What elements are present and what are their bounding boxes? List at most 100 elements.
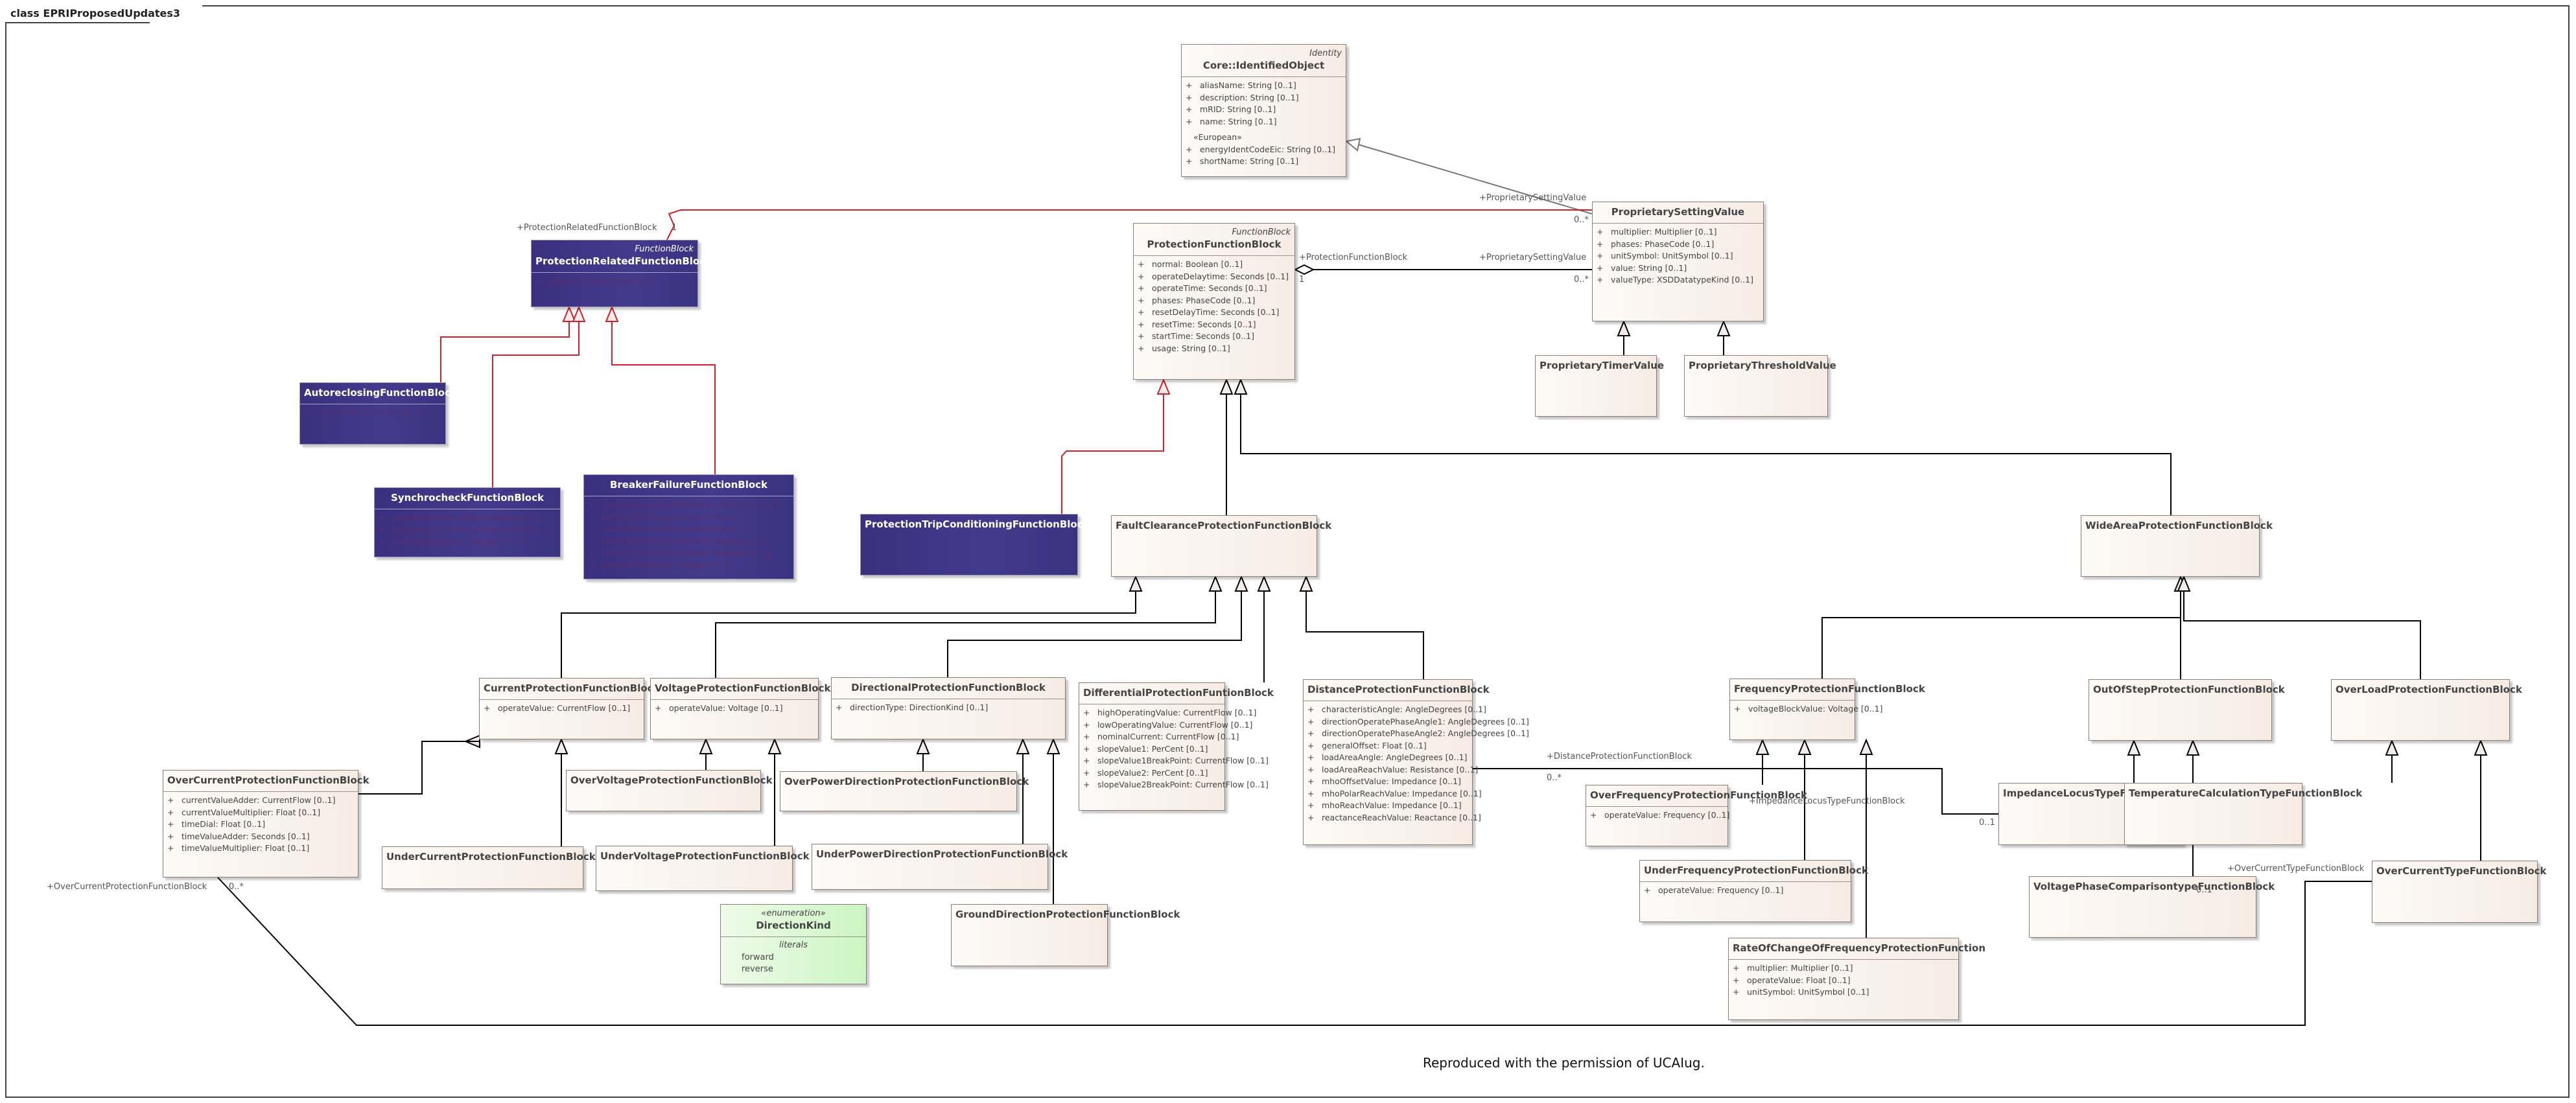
class-out-of-step-protection-function-block[interactable]: OutOfStepProtectionFunctionBlock bbox=[2089, 679, 2285, 741]
attribute-text: directionOperatePhaseAngle2: AngleDegree… bbox=[1322, 728, 1529, 738]
visibility-marker: + bbox=[1597, 227, 1604, 237]
class-name: ProtectionRelatedFunctionBlock bbox=[535, 255, 712, 267]
class-rate-of-change-of-frequency-protection-function[interactable]: RateOfChangeOfFrequencyProtectionFunctio… bbox=[1728, 938, 1985, 1020]
visibility-marker: + bbox=[379, 513, 386, 522]
class-header: DistanceProtectionFunctionBlock bbox=[1304, 680, 1490, 701]
attribute-text: timeDial: Float [0..1] bbox=[181, 819, 266, 829]
class-over-voltage-protection-function-block[interactable]: OverVoltageProtectionFunctionBlock bbox=[566, 770, 773, 811]
class-header: VoltagePhaseComparisontypeFunctionBlock bbox=[2030, 877, 2275, 898]
class-name: GroundDirectionProtectionFunctionBlock bbox=[955, 909, 1180, 920]
class-header: RateOfChangeOfFrequencyProtectionFunctio… bbox=[1729, 938, 1985, 960]
attribute-list: + multiplier: Multiplier [0..1] + phases: P… bbox=[1593, 224, 1763, 289]
class-under-power-direction-protection-function-block[interactable]: UnderPowerDirectionProtectionFunctionBlo… bbox=[812, 844, 1068, 890]
attribute: + timeValueMultiplier: Float [0..1] bbox=[167, 842, 354, 855]
attribute-text: slopeValue2: PerCent [0..1] bbox=[1097, 767, 1208, 778]
visibility-marker: + bbox=[1186, 80, 1193, 90]
class-current-protection-function-block[interactable]: CurrentProtectionFunctionBlock + operateVa… bbox=[479, 678, 660, 739]
attribute-text: slopeValue1: PerCent [0..1] bbox=[1097, 743, 1208, 754]
attribute-text: retripTimeDelayThreePole: Seconds [0..1] bbox=[602, 548, 771, 557]
visibility-marker: + bbox=[1733, 987, 1740, 997]
class-name: VoltagePhaseComparisontypeFunctionBlock bbox=[2033, 881, 2275, 892]
attribute-text: description: String [0..1] bbox=[1200, 92, 1299, 102]
visibility-marker: + bbox=[1186, 104, 1193, 114]
class-name: UnderVoltageProtectionFunctionBlock bbox=[600, 850, 810, 862]
class-temperature-calculation-type-function-block[interactable]: TemperatureCalculationTypeFunctionBlock bbox=[2124, 783, 2362, 845]
class-frequency-protection-function-block[interactable]: FrequencyProtectionFunctionBlock + voltage… bbox=[1729, 679, 1925, 740]
attribute: + resetTime: Seconds [0..1] bbox=[1138, 319, 1291, 331]
assoc-role-overcurrent-protection: +OverCurrentProtectionFunctionBlock bbox=[47, 882, 207, 892]
class-wide-area-protection-function-block[interactable]: WideAreaProtectionFunctionBlock bbox=[2081, 515, 2273, 577]
assoc-mult-proprietary-setting-top: 0..* bbox=[1574, 215, 1589, 225]
class-protection-related-function-block[interactable]: FunctionBlock ProtectionRelatedFunctionBl… bbox=[531, 240, 712, 307]
assoc-role-protection-function-block: +ProtectionFunctionBlock bbox=[1299, 253, 1408, 262]
visibility-marker: + bbox=[1597, 275, 1604, 284]
attribute: + operateValue: Frequency [0..1] bbox=[1590, 809, 1729, 822]
generalization-arrowhead-icon bbox=[1129, 575, 1143, 592]
assoc-role-impedance-locus: +ImpedanceLocusTypeFunctionBlock bbox=[1749, 796, 1905, 806]
visibility-marker: + bbox=[588, 548, 595, 557]
class-directional-protection-function-block[interactable]: DirectionalProtectionFunctionBlock + direc… bbox=[831, 677, 1066, 739]
class-name: UnderCurrentProtectionFunctionBlock bbox=[386, 851, 596, 863]
attribute: + value: String [0..1] bbox=[1597, 262, 1759, 275]
class-direction-kind[interactable]: «enumeration» DirectionKind literals forwar… bbox=[720, 904, 867, 984]
class-header: OverCurrentProtectionFunctionBlock bbox=[163, 771, 369, 792]
class-breaker-failure-function-block[interactable]: BreakerFailureFunctionBlock + additionalBa… bbox=[583, 474, 794, 579]
attribute-list: + operateValue: Voltage [0..1] bbox=[651, 700, 818, 717]
attribute: + phases: PhaseCode [0..1] bbox=[1138, 295, 1291, 307]
class-header: DifferentialProtectionFuntionBlock bbox=[1079, 683, 1274, 704]
generalization-arrowhead-icon bbox=[1046, 737, 1060, 754]
attribute-list: + additionalBackupTimeDelay: Seconds [0..… bbox=[584, 496, 793, 574]
visibility-marker: + bbox=[1138, 343, 1145, 353]
generalization-arrowhead-icon bbox=[1234, 575, 1248, 592]
visibility-marker: + bbox=[1138, 259, 1145, 269]
class-over-power-direction-protection-function-block[interactable]: OverPowerDirectionProtectionFunctionBloc… bbox=[780, 771, 1029, 811]
attribute: + resetTime: Seconds [0..1] bbox=[304, 407, 441, 419]
class-under-frequency-protection-function-block[interactable]: UnderFrequencyProtectionFunctionBlock + op… bbox=[1639, 860, 1868, 922]
class-identified-object[interactable]: Identity Core::IdentifiedObject + aliasName… bbox=[1181, 44, 1346, 177]
association-protection-related-proprietary bbox=[666, 209, 1592, 240]
attribute-text: mhoReachValue: Impedance [0..1] bbox=[1322, 800, 1462, 810]
class-voltage-protection-function-block[interactable]: VoltageProtectionFunctionBlock + operateVa… bbox=[650, 678, 830, 739]
class-header: CurrentProtectionFunctionBlock bbox=[480, 679, 660, 700]
attribute-list: + characteristicAngle: AngleDegrees [0..1… bbox=[1304, 701, 1529, 826]
class-over-frequency-protection-function-block[interactable]: OverFrequencyProtectionFunctionBlock + ope… bbox=[1586, 785, 1807, 846]
visibility-marker: + bbox=[1590, 810, 1597, 820]
attribute: + mhoReachValue: Impedance [0..1] bbox=[1307, 800, 1468, 812]
class-over-load-protection-function-block[interactable]: OverLoadProtectionFunctionBlock bbox=[2331, 679, 2522, 741]
class-fault-clearance-protection-function-block[interactable]: FaultClearanceProtectionFunctionBlock bbox=[1111, 515, 1331, 577]
class-header: FunctionBlock ProtectionRelatedFunctionBl… bbox=[532, 240, 712, 273]
visibility-marker: + bbox=[1307, 704, 1315, 714]
attribute-text: operateValue: CurrentFlow [0..1] bbox=[498, 703, 631, 713]
class-header: UnderFrequencyProtectionFunctionBlock bbox=[1640, 861, 1868, 882]
class-over-current-type-function-block[interactable]: OverCurrentTypeFunctionBlock bbox=[2372, 861, 2547, 923]
class-stereotype: Identity bbox=[1309, 49, 1342, 58]
attribute: + timeValueAdder: Seconds [0..1] bbox=[167, 831, 354, 843]
class-protection-trip-conditioning-function-block[interactable]: ProtectionTripConditioningFunctionBlock bbox=[860, 514, 1090, 575]
class-proprietary-setting-value[interactable]: ProprietarySettingValue + multiplier: Mult… bbox=[1592, 202, 1764, 321]
class-proprietary-timer-value[interactable]: ProprietaryTimerValue bbox=[1535, 355, 1664, 417]
class-under-voltage-protection-function-block[interactable]: UnderVoltageProtectionFunctionBlock bbox=[596, 846, 810, 891]
attribute-list: + phases: PhaseCode [0..1] bbox=[532, 273, 697, 290]
class-protection-function-block[interactable]: FunctionBlock ProtectionFunctionBlock + nor… bbox=[1133, 223, 1295, 380]
class-over-current-protection-function-block[interactable]: OverCurrentProtectionFunctionBlock + curre… bbox=[163, 770, 369, 877]
class-under-current-protection-function-block[interactable]: UnderCurrentProtectionFunctionBlock bbox=[382, 846, 596, 889]
class-autoreclosing-function-block[interactable]: AutoreclosingFunctionBlock + resetTime: Se… bbox=[299, 382, 457, 445]
attribute-text: energyIdentCodeEic: String [0..1] bbox=[1200, 144, 1336, 154]
class-distance-protection-function-block[interactable]: DistanceProtectionFunctionBlock + characte… bbox=[1303, 679, 1529, 845]
class-proprietary-threshold-value[interactable]: ProprietaryThresholdValue bbox=[1684, 355, 1836, 417]
class-ground-direction-protection-function-block[interactable]: GroundDirectionProtectionFunctionBlock bbox=[951, 904, 1180, 966]
visibility-marker: + bbox=[1138, 307, 1145, 317]
class-header: DirectionalProtectionFunctionBlock bbox=[832, 678, 1065, 699]
class-header: OverVoltageProtectionFunctionBlock bbox=[567, 771, 773, 791]
class-voltage-phase-comparisontype-function-block[interactable]: VoltagePhaseComparisontypeFunctionBlock bbox=[2029, 876, 2275, 938]
attribute: + mhoPolarReachValue: Impedance [0..1] bbox=[1307, 788, 1482, 800]
attribute-text: normal: Boolean [0..1] bbox=[1152, 259, 1243, 269]
class-differential-protection-funtion-block[interactable]: DifferentialProtectionFuntionBlock + highO… bbox=[1079, 682, 1274, 811]
class-header: OverPowerDirectionProtectionFunctionBloc… bbox=[780, 772, 1029, 793]
visibility-marker: + bbox=[1307, 740, 1315, 750]
class-header: OutOfStepProtectionFunctionBlock bbox=[2089, 680, 2285, 701]
visibility-marker: + bbox=[1186, 156, 1193, 166]
class-synchrocheck-function-block[interactable]: SynchrocheckFunctionBlock + angleDifferenc… bbox=[374, 487, 561, 557]
attribute: + loadAreaReachValue: Resistance [0..1] bbox=[1307, 764, 1478, 776]
assoc-mult-protection-function-block: 1 bbox=[1299, 275, 1305, 284]
